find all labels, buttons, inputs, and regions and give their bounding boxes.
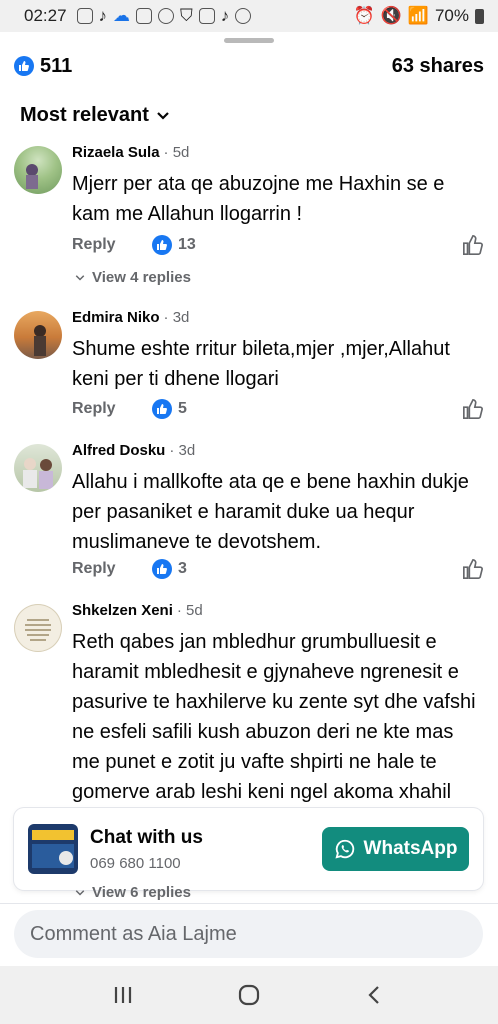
like-reaction-icon xyxy=(152,235,172,255)
comment-input-placeholder: Comment as Aia Lajme xyxy=(30,922,237,945)
comment-author[interactable]: Rizaela Sula xyxy=(72,144,160,161)
like-reaction-icon xyxy=(152,399,172,419)
comment-actions: Reply 3 xyxy=(72,557,484,581)
comment-time: · 3d xyxy=(163,309,190,326)
comments-sheet: 02:27 ♪ ☁ ⛉ ♪ ⏰ 🔇 📶 70% 511 63 shares Mo… xyxy=(0,0,498,1024)
reaction-count: 13 xyxy=(178,236,196,253)
view-replies-label: View 6 replies xyxy=(92,884,191,901)
back-icon[interactable] xyxy=(364,984,386,1006)
avatar[interactable] xyxy=(14,146,62,194)
reply-button[interactable]: Reply xyxy=(72,236,152,254)
comment-header: Edmira Niko · 3d xyxy=(72,309,484,326)
system-nav-bar xyxy=(0,966,498,1024)
comment-author[interactable]: Alfred Dosku xyxy=(72,442,165,459)
comment-actions: Reply 5 xyxy=(72,397,484,421)
chevron-down-icon xyxy=(157,111,169,120)
ad-title: Chat with us xyxy=(90,826,203,848)
comment-header: Rizaela Sula · 5d xyxy=(72,144,484,161)
whatsapp-button-label: WhatsApp xyxy=(363,838,458,859)
mute-icon: 🔇 xyxy=(380,6,402,25)
alarm-icon: ⏰ xyxy=(353,6,375,25)
battery-percent: 70% xyxy=(434,6,469,25)
home-icon[interactable] xyxy=(237,983,261,1007)
battery-icon xyxy=(475,8,484,24)
comment-text: Shume eshte rritur bileta,mjer ,mjer,All… xyxy=(72,338,450,390)
comment-actions: Reply 13 xyxy=(72,233,484,257)
reaction-summary[interactable]: 13 xyxy=(152,235,196,255)
sort-label: Most relevant xyxy=(20,104,149,126)
comment-input[interactable]: Comment as Aia Lajme xyxy=(14,910,483,958)
chevron-down-icon xyxy=(75,889,85,896)
view-replies-button[interactable]: View 4 replies xyxy=(74,269,191,286)
comment: Shkelzen Xeni · 5d Reth qabes jan mbledh… xyxy=(0,602,498,808)
comment-time: · 5d xyxy=(163,144,190,161)
comment-text: Mjerr per ata qe abuzojne me Haxhin se e… xyxy=(72,173,445,225)
like-button-icon[interactable] xyxy=(462,558,484,580)
status-time: 02:27 xyxy=(24,6,67,25)
sort-dropdown[interactable]: Most relevant xyxy=(20,104,171,127)
comment-header: Alfred Dosku · 3d xyxy=(72,442,484,459)
like-count[interactable]: 511 xyxy=(40,55,72,78)
comment-time: · 3d xyxy=(169,442,196,459)
divider xyxy=(0,903,498,904)
whatsapp-icon xyxy=(334,839,354,859)
whatsapp-ad-banner[interactable]: Chat with us 069 680 1100 WhatsApp xyxy=(14,808,483,890)
reply-button[interactable]: Reply xyxy=(72,400,152,418)
shield-icon: ⛉ xyxy=(180,6,193,25)
share-count[interactable]: 63 shares xyxy=(392,55,484,78)
like-reaction-icon xyxy=(14,56,34,76)
dnd-icon xyxy=(158,8,175,24)
tiktok-icon: ♪ xyxy=(98,6,108,25)
avatar[interactable] xyxy=(14,604,62,652)
post-stats: 511 63 shares xyxy=(14,52,484,80)
wifi-icon: 📶 xyxy=(407,6,429,25)
app-icon xyxy=(136,8,153,24)
like-reaction-icon xyxy=(152,559,172,579)
chevron-down-icon xyxy=(75,274,85,281)
comment-header: Shkelzen Xeni · 5d xyxy=(72,602,484,619)
comment-text: Reth qabes jan mbledhur grumbulluesit e … xyxy=(72,631,476,803)
view-replies-label: View 4 replies xyxy=(92,269,191,286)
whatsapp-button[interactable]: WhatsApp xyxy=(322,827,469,871)
comment-author[interactable]: Shkelzen Xeni xyxy=(72,602,173,619)
notification-icons: ♪ ☁ ⛉ ♪ xyxy=(76,6,252,26)
ad-thumbnail xyxy=(28,824,78,874)
image-icon xyxy=(198,8,215,24)
comment-text: Allahu i mallkofte ata qe e bene haxhin … xyxy=(72,471,469,553)
like-button-icon[interactable] xyxy=(462,234,484,256)
status-bar: 02:27 ♪ ☁ ⛉ ♪ ⏰ 🔇 📶 70% xyxy=(0,0,498,32)
drag-handle[interactable] xyxy=(224,38,274,43)
reaction-summary[interactable]: 5 xyxy=(152,399,187,419)
avatar[interactable] xyxy=(14,311,62,359)
tiktok-icon-2: ♪ xyxy=(220,6,230,25)
cloud-icon: ☁ xyxy=(113,6,131,25)
reaction-count: 3 xyxy=(178,560,187,577)
reaction-summary[interactable]: 3 xyxy=(152,559,187,579)
comment-time: · 5d xyxy=(176,602,203,619)
like-button-icon[interactable] xyxy=(462,398,484,420)
instagram-icon xyxy=(76,8,93,24)
reply-button[interactable]: Reply xyxy=(72,560,152,578)
ad-phone: 069 680 1100 xyxy=(90,854,181,872)
comment-author[interactable]: Edmira Niko xyxy=(72,309,160,326)
view-replies-button[interactable]: View 6 replies xyxy=(74,884,191,901)
viber-icon xyxy=(235,8,252,24)
recent-apps-icon[interactable] xyxy=(112,984,134,1006)
system-icons: ⏰ 🔇 📶 70% xyxy=(353,6,484,26)
reaction-count: 5 xyxy=(178,400,187,417)
avatar[interactable] xyxy=(14,444,62,492)
